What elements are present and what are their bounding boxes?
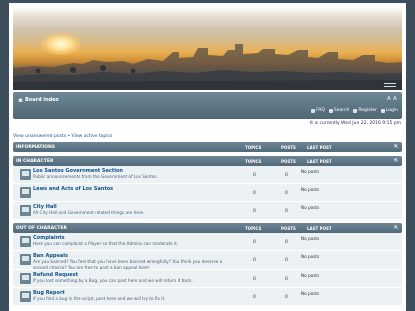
forum-row[interactable]: Ban Appeals Are you banned? You feel tha… xyxy=(13,251,402,270)
forum-description: All City Hall and Government related thi… xyxy=(33,210,145,215)
faq-icon xyxy=(311,108,316,113)
register-link[interactable]: Register xyxy=(353,108,377,113)
posts-count: 0 xyxy=(285,277,288,282)
forum-read-icon xyxy=(20,254,31,265)
forum-row[interactable]: Complaints Here you can complaint a Play… xyxy=(13,233,402,251)
forum-read-icon xyxy=(20,187,31,198)
board-index-link[interactable]: Board index xyxy=(25,97,59,103)
posts-count: 0 xyxy=(285,191,288,196)
topics-count: 0 xyxy=(253,277,256,282)
category-informations: INFORMATIONS TOPICS POSTS LAST POST ⇱ xyxy=(13,142,402,152)
category-title[interactable]: INFORMATIONS xyxy=(16,145,55,150)
forum-description: Are you banned? You feel that you have b… xyxy=(33,259,223,270)
navbar: Board index A A FAQ Search Register Logi… xyxy=(13,92,402,119)
last-post: No posts xyxy=(301,254,320,259)
collapse-icon[interactable]: ⇱ xyxy=(394,225,399,231)
forum-description: Public announcements from the Government… xyxy=(33,174,158,179)
forum-read-icon xyxy=(20,291,31,302)
forum-row[interactable]: Bug Report If you find a bug in the scri… xyxy=(13,288,402,306)
view-active-link[interactable]: View active topics xyxy=(72,134,113,139)
home-icon xyxy=(18,98,23,102)
posts-count: 0 xyxy=(285,209,288,214)
topics-count: 0 xyxy=(253,295,256,300)
banner-logo xyxy=(384,83,396,87)
user-links: FAQ Search Register Login xyxy=(311,108,398,113)
header-banner-image xyxy=(13,7,402,90)
posts-header: POSTS xyxy=(281,226,296,231)
last-post: No posts xyxy=(301,205,320,210)
collapse-icon[interactable]: ⇱ xyxy=(394,144,399,150)
view-unanswered-link[interactable]: View unanswered posts xyxy=(13,134,66,139)
register-label: Register xyxy=(358,108,377,113)
last-post-header: LAST POST xyxy=(307,145,332,150)
last-post: No posts xyxy=(301,236,320,241)
forum-title[interactable]: Laws and Acts of Los Santos xyxy=(33,186,113,192)
category-title[interactable]: IN CHARACTER xyxy=(16,159,53,164)
view-links: View unanswered posts • View active topi… xyxy=(13,134,112,139)
forum-read-icon xyxy=(20,236,31,247)
forum-row[interactable]: City Hall All City Hall and Government r… xyxy=(13,202,402,220)
category-in-character: IN CHARACTER TOPICS POSTS LAST POST ⇱ xyxy=(13,156,402,166)
posts-header: POSTS xyxy=(281,159,296,164)
forum-row[interactable]: Los Santos Government Section Public ann… xyxy=(13,166,402,184)
page: Board index A A FAQ Search Register Logi… xyxy=(9,3,406,311)
topics-header: TOPICS xyxy=(245,145,262,150)
search-link[interactable]: Search xyxy=(328,108,350,113)
forum-read-icon xyxy=(20,169,31,180)
category-out-of-character: OUT OF CHARACTER TOPICS POSTS LAST POST … xyxy=(13,223,402,233)
search-label: Search xyxy=(333,108,350,113)
topics-count: 0 xyxy=(253,258,256,263)
search-icon xyxy=(328,108,333,113)
forum-description: If you find a bug in the script, post he… xyxy=(33,296,166,301)
forum-row[interactable]: Laws and Acts of Los Santos 0 0 No posts xyxy=(13,184,402,202)
posts-count: 0 xyxy=(285,173,288,178)
faq-link[interactable]: FAQ xyxy=(311,108,325,113)
current-date: It is currently Wed Jun 22, 2016 9:15 pm xyxy=(309,121,401,126)
collapse-icon[interactable]: ⇱ xyxy=(394,158,399,164)
posts-count: 0 xyxy=(285,295,288,300)
font-size-toggle[interactable]: A A xyxy=(387,96,397,102)
forum-description: If you lost something by a Bug, you can … xyxy=(33,278,194,283)
posts-count: 0 xyxy=(285,240,288,245)
city-skyline xyxy=(13,44,402,90)
posts-header: POSTS xyxy=(281,145,296,150)
breadcrumb[interactable]: Board index xyxy=(18,97,59,103)
last-post-header: LAST POST xyxy=(307,159,332,164)
last-post: No posts xyxy=(301,291,320,296)
posts-count: 0 xyxy=(285,258,288,263)
last-post: No posts xyxy=(301,169,320,174)
category-title[interactable]: OUT OF CHARACTER xyxy=(16,226,67,231)
last-post: No posts xyxy=(301,273,320,278)
login-label: Login xyxy=(385,108,398,113)
faq-label: FAQ xyxy=(316,108,325,113)
last-post: No posts xyxy=(301,187,320,192)
forum-description: Here you can complaint a Player so that … xyxy=(33,241,179,246)
topics-count: 0 xyxy=(253,209,256,214)
forum-read-icon xyxy=(20,205,31,216)
login-icon xyxy=(380,108,385,113)
topics-count: 0 xyxy=(253,240,256,245)
login-link[interactable]: Login xyxy=(380,108,398,113)
topics-count: 0 xyxy=(253,173,256,178)
register-icon xyxy=(353,108,358,113)
topics-header: TOPICS xyxy=(245,226,262,231)
last-post-header: LAST POST xyxy=(307,226,332,231)
forum-read-icon xyxy=(20,273,31,284)
forum-row[interactable]: Refund Request If you lost something by … xyxy=(13,270,402,288)
topics-header: TOPICS xyxy=(245,159,262,164)
topics-count: 0 xyxy=(253,191,256,196)
